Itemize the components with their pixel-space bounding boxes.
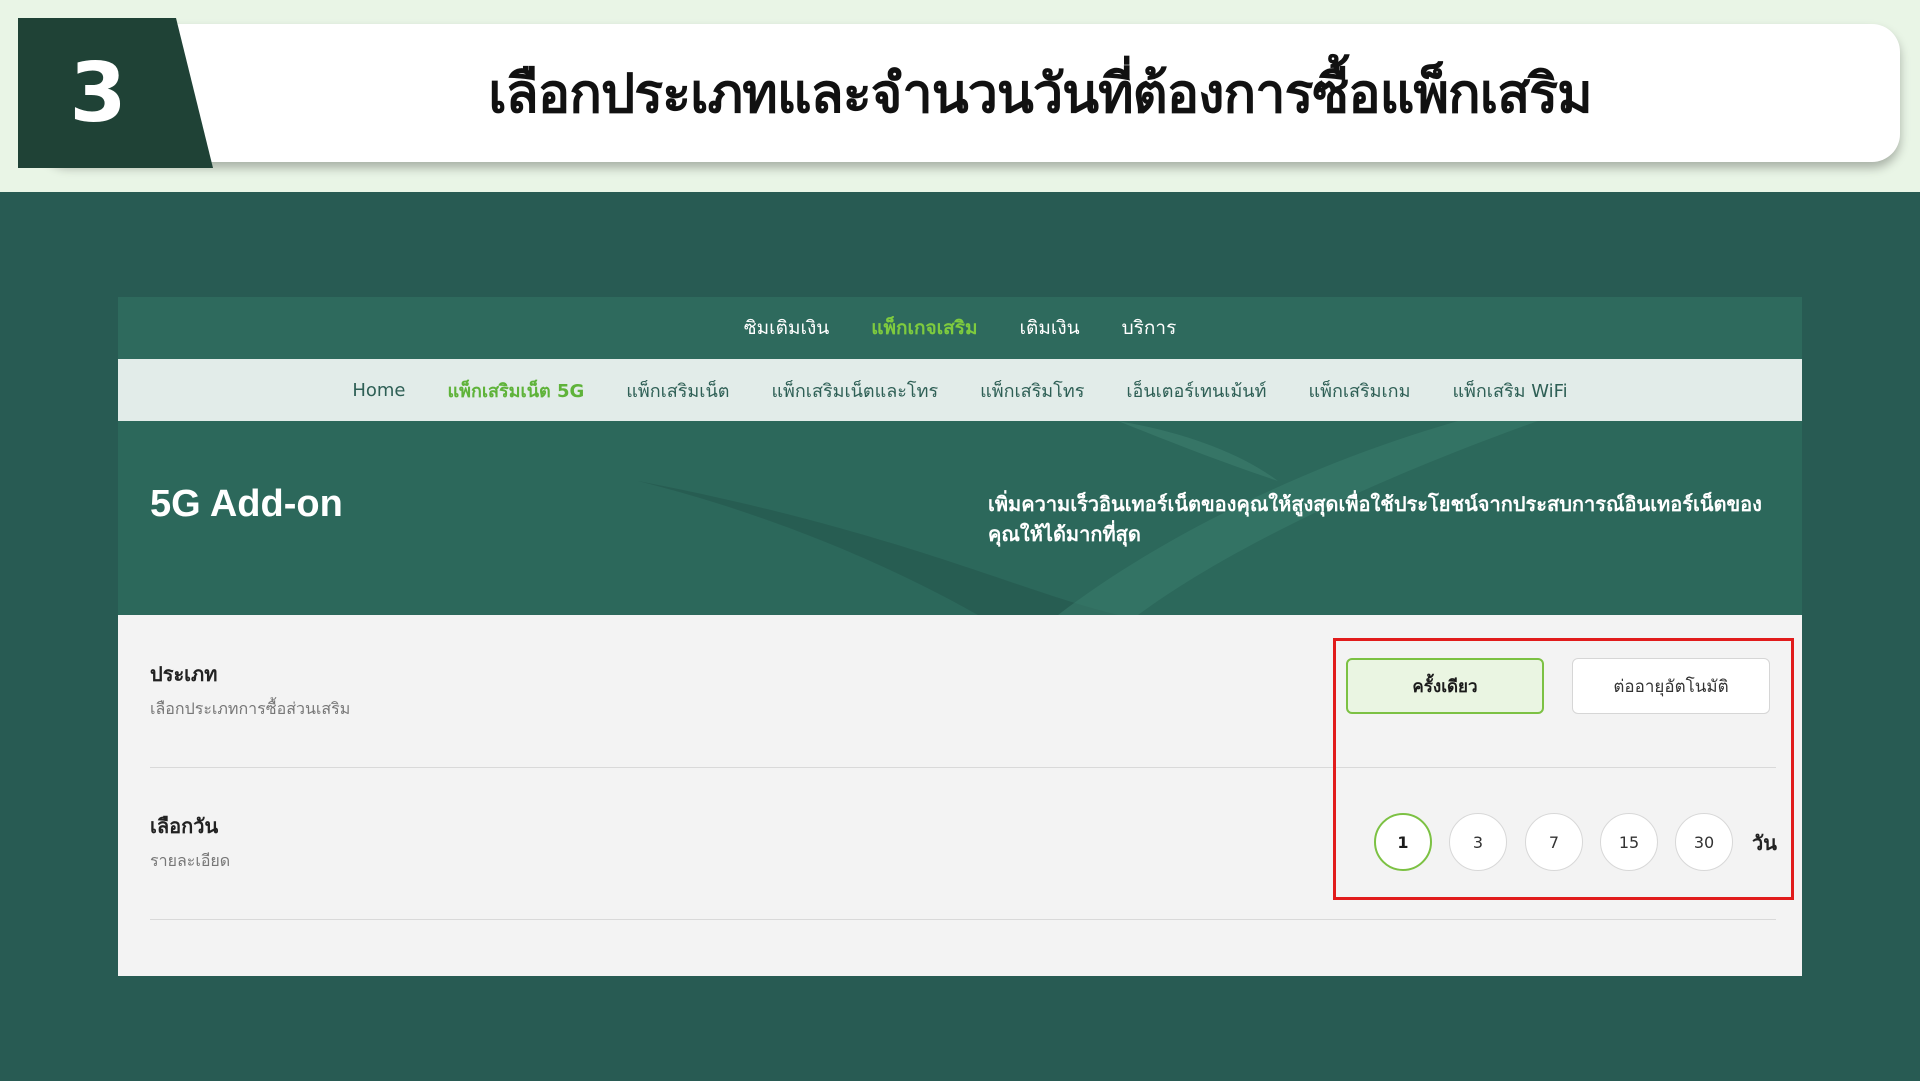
main-nav-item-sim[interactable]: ซิมเติมเงิน xyxy=(744,313,830,343)
sub-nav-item-entertainment[interactable]: เอ็นเตอร์เทนเม้นท์ xyxy=(1126,376,1266,405)
sub-nav-item-5g[interactable]: แพ็กเสริมเน็ต 5G xyxy=(448,376,585,405)
sub-nav-item-call[interactable]: แพ็กเสริมโทร xyxy=(980,376,1084,405)
sub-nav: Home แพ็กเสริมเน็ต 5G แพ็กเสริมเน็ต แพ็ก… xyxy=(118,359,1802,421)
hero-banner: 5G Add-on เพิ่มความเร็วอินเทอร์เน็ตของคุ… xyxy=(118,421,1802,615)
sub-nav-item-home[interactable]: Home xyxy=(352,380,405,401)
days-sublabel: รายละเอียด xyxy=(150,851,231,870)
sub-nav-item-game[interactable]: แพ็กเสริมเกม xyxy=(1308,376,1410,405)
main-nav-item-addon[interactable]: แพ็กเกจเสริม xyxy=(871,313,977,343)
type-sublabel: เลือกประเภทการซื้อส่วนเสริม xyxy=(150,699,351,718)
days-label: เลือกวัน xyxy=(150,814,219,838)
main-nav-item-topup[interactable]: เติมเงิน xyxy=(1020,313,1080,343)
sub-nav-item-wifi[interactable]: แพ็กเสริม WiFi xyxy=(1452,376,1567,405)
sub-nav-item-net-call[interactable]: แพ็กเสริมเน็ตและโทร xyxy=(771,376,938,405)
step-number: 3 xyxy=(69,45,127,141)
sub-nav-item-net[interactable]: แพ็กเสริมเน็ต xyxy=(626,376,729,405)
step-title: เลือกประเภทและจำนวนวันที่ต้องการซื้อแพ็ก… xyxy=(488,62,1593,125)
type-label: ประเภท xyxy=(150,662,218,686)
main-nav: ซิมเติมเงิน แพ็กเกจเสริม เติมเงิน บริการ xyxy=(118,297,1802,359)
main-nav-item-services[interactable]: บริการ xyxy=(1122,313,1177,343)
hero-title: 5G Add-on xyxy=(150,483,343,525)
divider xyxy=(150,919,1776,920)
highlight-box xyxy=(1333,638,1794,900)
hero-description: เพิ่มความเร็วอินเทอร์เน็ตของคุณให้สูงสุด… xyxy=(988,492,1762,546)
